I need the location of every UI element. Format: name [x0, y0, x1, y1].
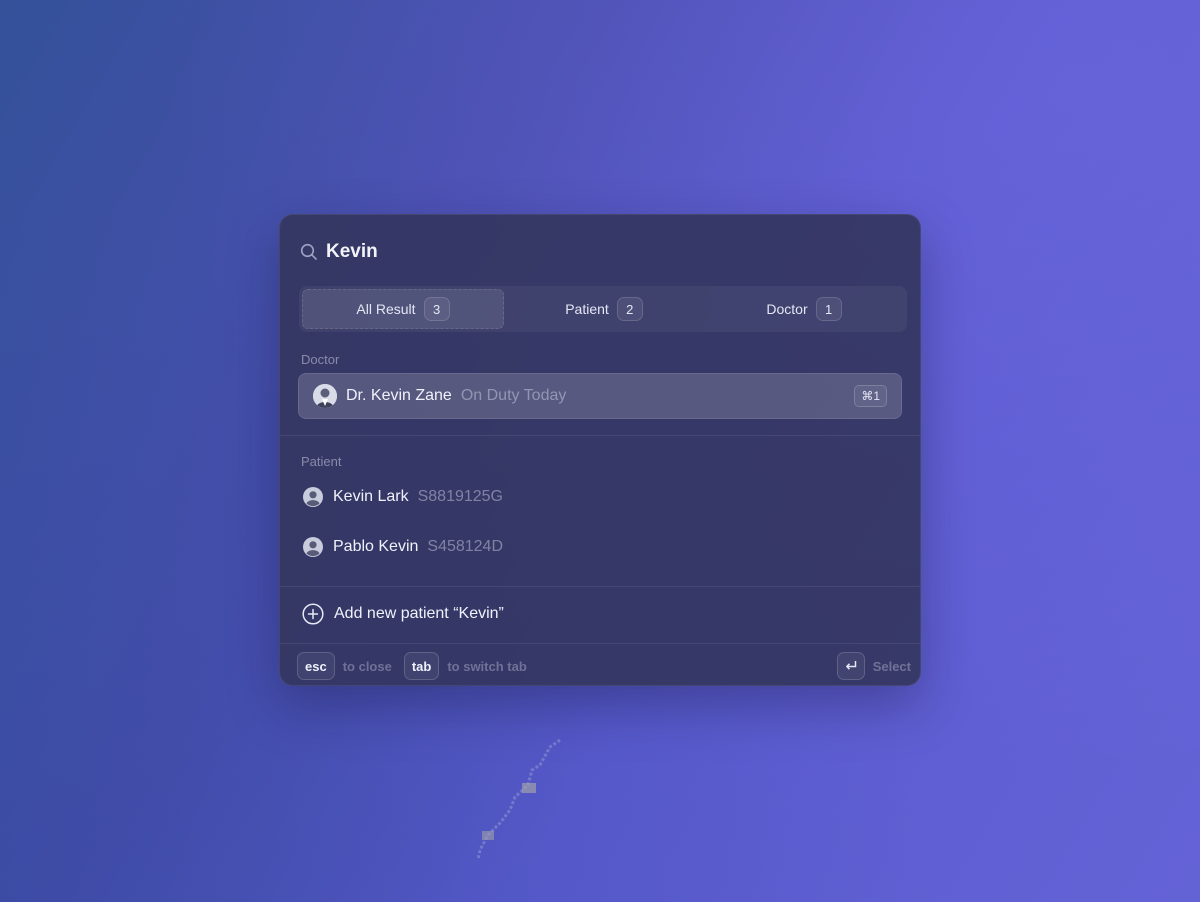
tab-key[interactable]: tab: [403, 652, 440, 680]
patient-name: Kevin Lark: [333, 488, 409, 505]
esc-key[interactable]: esc: [297, 652, 335, 680]
tab-label: Doctor: [766, 301, 808, 317]
search-icon: [300, 243, 318, 261]
divider: [280, 586, 920, 587]
user-circle-icon: [302, 536, 324, 558]
tab-label: All Result: [356, 301, 416, 317]
patient-name: Pablo Kevin: [333, 538, 419, 555]
patient-id: S458124D: [427, 538, 504, 555]
search-input[interactable]: [326, 241, 726, 263]
doctor-name: Dr. Kevin Zane: [346, 387, 452, 404]
command-palette: All Result 3 Patient 2 Doctor 1 Doctor D…: [279, 214, 921, 686]
divider: [280, 435, 920, 436]
plus-circle-icon: [302, 603, 324, 625]
avatar: [313, 384, 337, 408]
shortcut-badge: ⌘1: [854, 385, 887, 407]
patient-id: S8819125G: [417, 488, 503, 505]
result-row-patient[interactable]: Kevin Lark S8819125G: [298, 474, 902, 520]
result-row-patient[interactable]: Pablo Kevin S458124D: [298, 524, 902, 570]
tab-count-badge: 2: [616, 297, 643, 321]
select-hint: Select: [872, 658, 911, 674]
search-bar: [300, 237, 726, 267]
result-row-doctor[interactable]: Dr. Kevin Zane On Duty Today ⌘1: [298, 373, 902, 419]
tab-count-badge: 1: [815, 297, 842, 321]
tab-all-result[interactable]: All Result 3: [302, 289, 504, 329]
tab-patient[interactable]: Patient 2: [504, 289, 704, 329]
tab-bar: All Result 3 Patient 2 Doctor 1: [299, 286, 907, 332]
tab-count-badge: 3: [423, 297, 450, 321]
doctor-status: On Duty Today: [460, 387, 567, 404]
background-artifact: [476, 738, 561, 861]
esc-hint: to close: [342, 658, 392, 674]
section-label-patient: Patient: [301, 454, 342, 469]
tab-hint: to switch tab: [447, 658, 527, 674]
section-label-doctor: Doctor: [301, 352, 340, 367]
select-hint-group: Select: [836, 652, 911, 680]
divider: [280, 643, 920, 644]
footer-hints: esc to close tab to switch tab Select: [297, 651, 911, 681]
enter-icon[interactable]: [836, 652, 865, 680]
tab-label: Patient: [565, 301, 609, 317]
add-new-patient-button[interactable]: Add new patient “Kevin”: [302, 603, 504, 625]
tab-doctor[interactable]: Doctor 1: [704, 289, 904, 329]
user-circle-icon: [302, 486, 324, 508]
add-new-patient-label: Add new patient “Kevin”: [334, 605, 504, 622]
